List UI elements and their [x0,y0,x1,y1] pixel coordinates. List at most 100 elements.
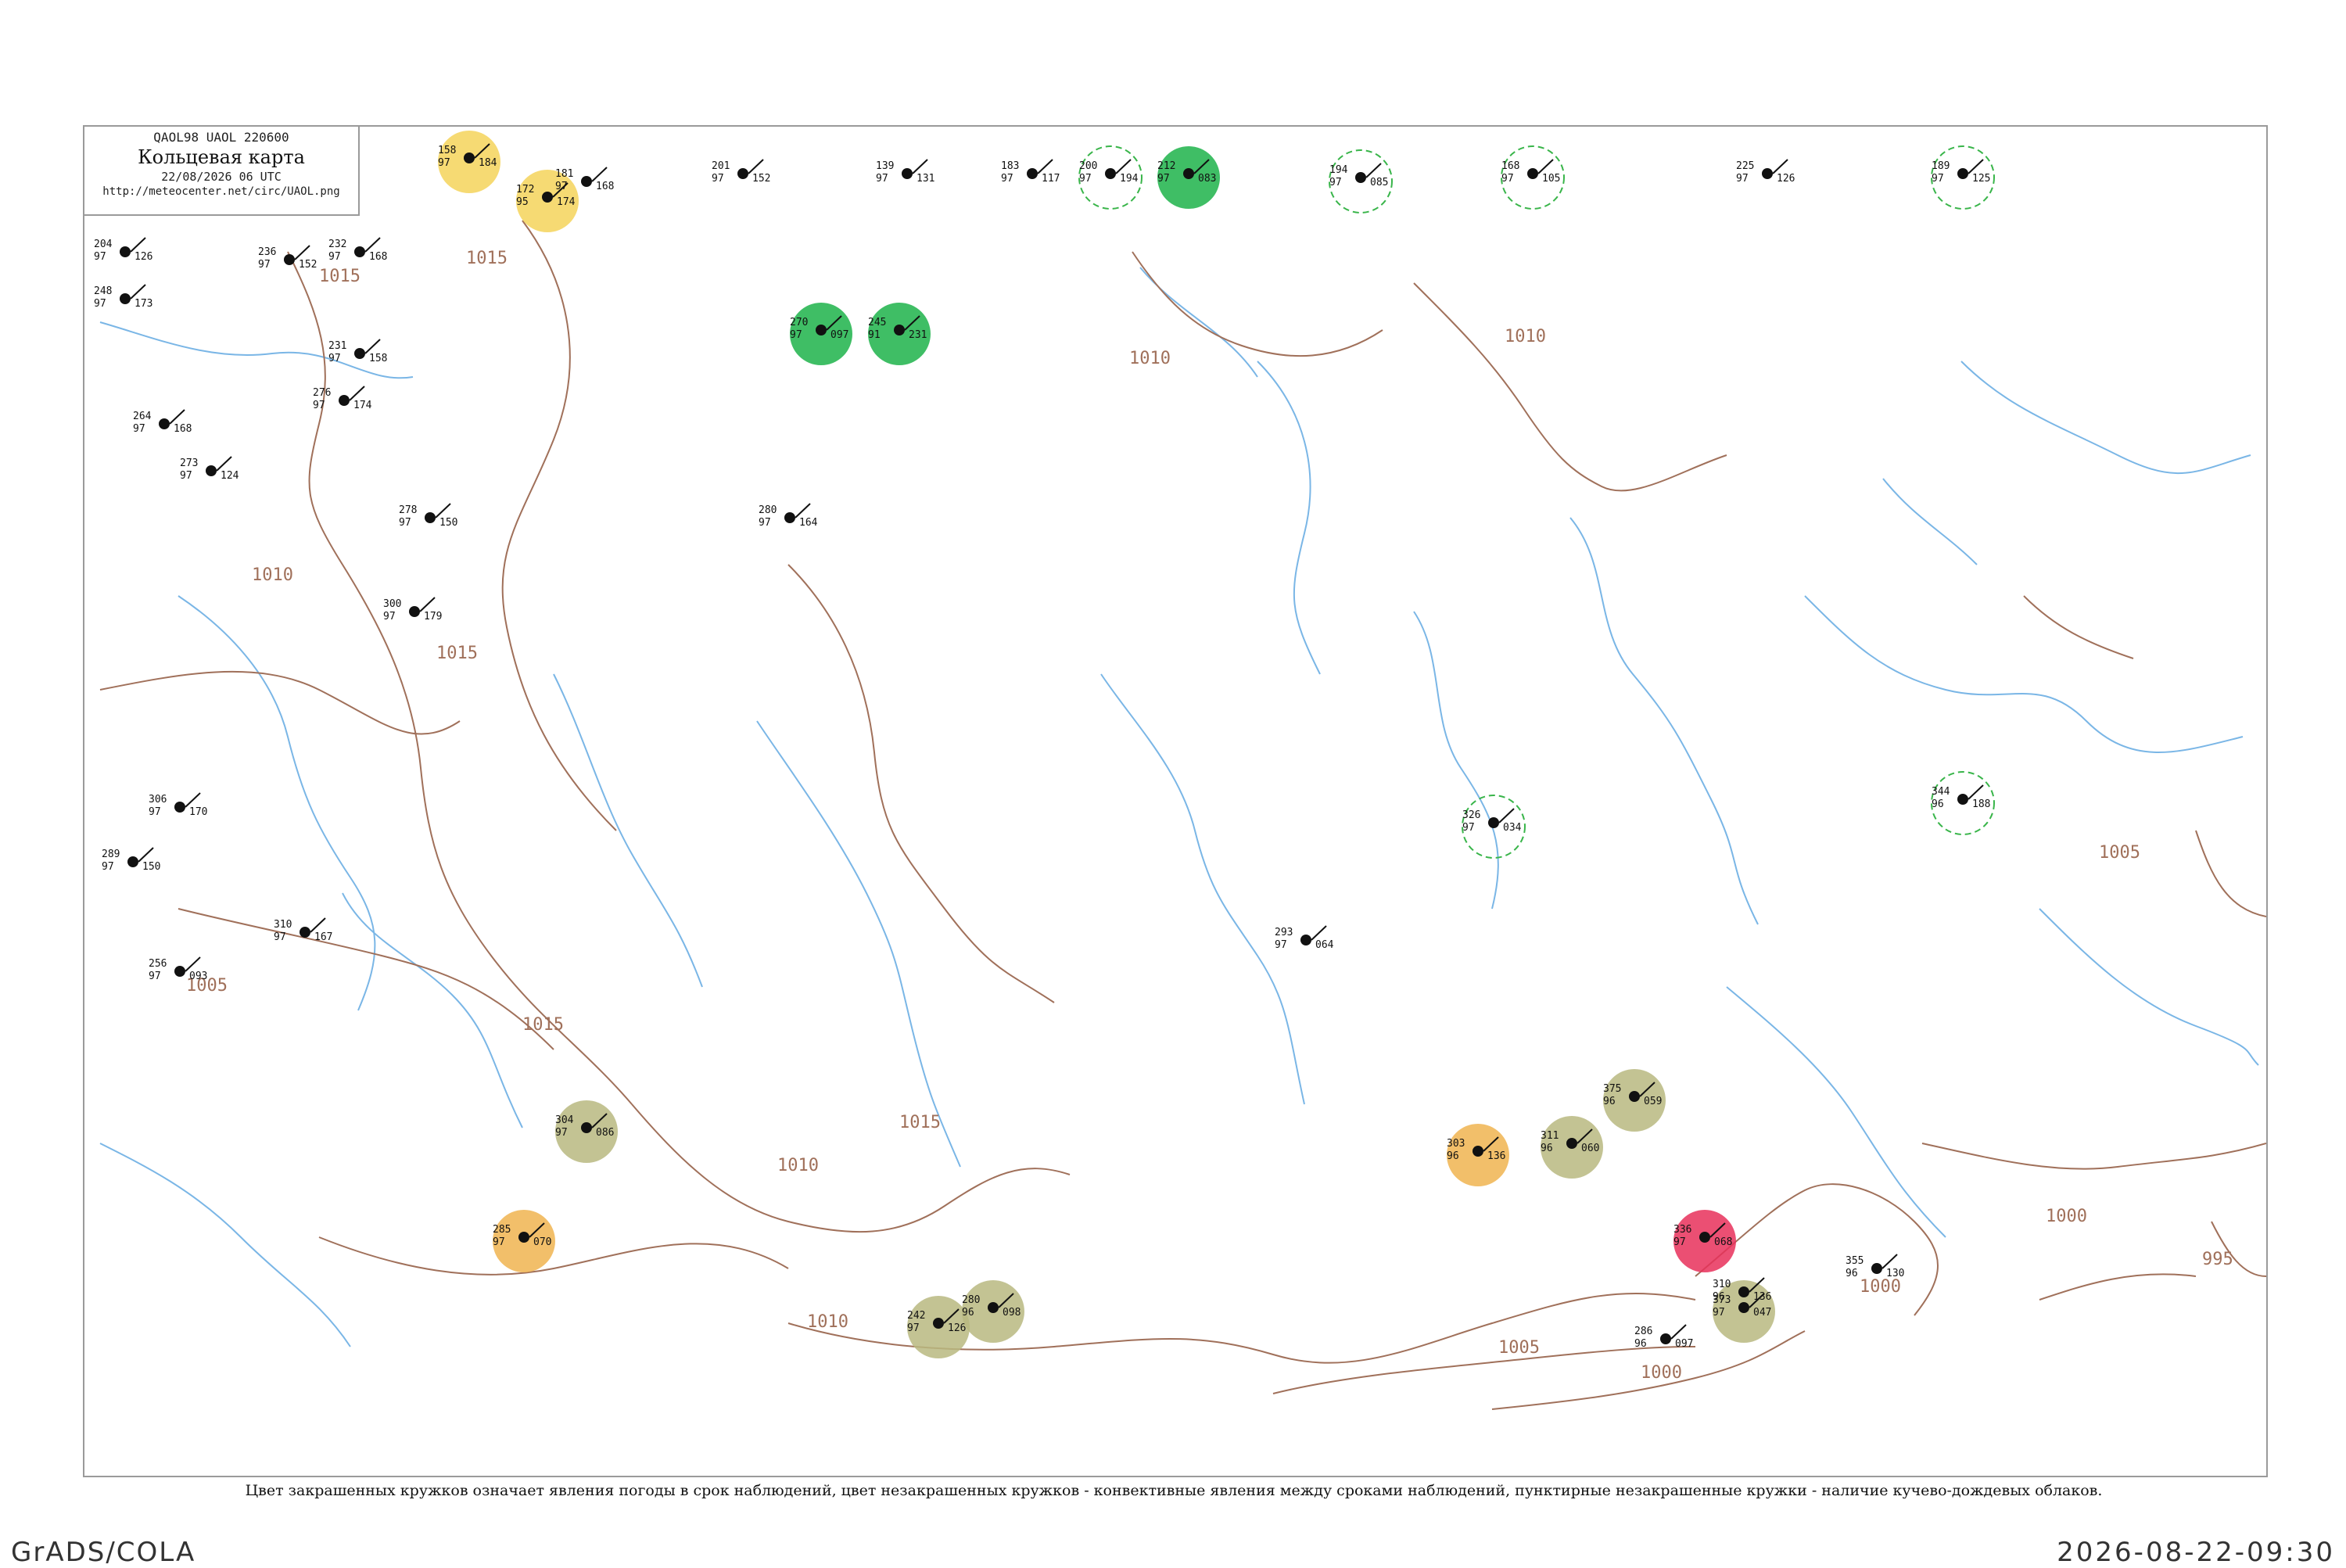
station-value: 304 [555,1114,574,1126]
station-plot: 29397 064 [1275,925,1334,951]
station-plot: 31196 060 [1541,1116,1603,1179]
station-value: 225 [1736,160,1754,172]
station-value: 96 [1932,798,1944,810]
wind-barb-icon [912,159,928,174]
wind-barb-icon [364,339,381,354]
station-plot: 21297 083 [1157,146,1220,209]
station-plot: 15897 184 [438,131,500,193]
station-value: 130 [1886,1268,1904,1279]
station-value: 97 [1673,1236,1686,1248]
station-value: 124 [221,470,239,482]
station-value: 97 [555,181,568,192]
cloud-cover-icon [174,966,185,977]
station-value: 97 [328,251,341,263]
isobar-label: 1000 [1641,1363,1682,1383]
isobar-label: 1010 [777,1156,819,1175]
station-plot: 28097 164 [759,503,818,529]
station-value: 248 [94,285,112,297]
wind-barb-icon [169,409,185,425]
bulletin-code: QAOL98 UAOL 220600 [153,130,289,145]
wind-barb-icon [130,237,146,253]
station-value: 131 [917,173,934,185]
station-value: 97 [555,1127,568,1139]
cloud-cover-icon [1027,168,1038,179]
station-value: 167 [314,931,332,943]
station-value: 170 [189,806,207,818]
isobar-label: 1010 [252,565,293,585]
isobar-label: 1005 [2099,843,2140,863]
cloud-cover-icon [464,152,475,163]
station-value: 97 [94,251,106,263]
station-value: 97 [759,517,771,529]
cloud-cover-icon [1762,168,1773,179]
cloud-cover-icon [1957,168,1968,179]
station-plot: 37596 059 [1603,1069,1666,1132]
station-value: 236 [258,246,276,258]
footer-credit: GrADS/COLA [11,1537,196,1568]
station-value: 136 [1753,1291,1771,1303]
station-value: 139 [876,160,894,172]
footer-timestamp: 2026-08-22-09:30 [2057,1537,2335,1568]
station-value: 306 [149,794,167,806]
station-value: 97 [133,423,145,435]
station-value: 97 [274,931,286,943]
station-value: 285 [493,1224,511,1236]
station-plot: 18997 125 [1931,145,1995,210]
station-value: 232 [328,239,346,250]
station-value: 168 [174,423,192,435]
isobar-label: 1000 [2046,1207,2087,1226]
wind-barb-icon [435,503,451,518]
station-value: 158 [369,353,387,364]
map-title: Кольцевая карта [138,146,305,168]
station-plot: 20197 152 [712,159,770,185]
wind-barb-icon [130,284,146,300]
wind-barb-icon [185,956,201,972]
station-plot: 22597 126 [1736,159,1795,185]
wind-barb-icon [419,597,436,612]
station-plot: 27397 124 [180,456,239,482]
station-value: 97 [102,861,114,873]
station-value: 96 [1846,1268,1858,1279]
station-value: 310 [1713,1279,1731,1290]
station-value: 97 [1157,173,1170,185]
station-value: 289 [102,849,120,860]
station-value: 158 [438,145,456,156]
station-value: 96 [1541,1143,1553,1154]
cloud-cover-icon [1738,1286,1749,1297]
cloud-cover-icon [284,254,295,265]
station-value: 152 [299,259,317,271]
wind-barb-icon [294,245,310,260]
station-value: 97 [790,329,802,341]
cloud-cover-icon [206,465,217,476]
station-value: 97 [313,400,325,411]
station-value: 310 [274,919,292,931]
station-value: 168 [1501,160,1519,172]
isobar-label: 1000 [1860,1277,1901,1297]
station-value: 125 [1972,173,1990,185]
station-value: 212 [1157,160,1175,172]
cloud-cover-icon [300,927,310,938]
station-plot: 33697 068 [1673,1210,1736,1272]
cloud-cover-icon [1738,1302,1749,1313]
station-value: 280 [962,1294,980,1306]
station-value: 280 [759,504,777,516]
station-value: 264 [133,411,152,422]
wind-barb-icon [1115,159,1132,174]
station-value: 183 [1001,160,1019,172]
station-value: 375 [1603,1083,1621,1095]
station-value: 97 [493,1236,505,1248]
station-value: 97 [1462,822,1475,834]
wind-barb-icon [349,386,365,401]
station-value: 059 [1644,1096,1662,1107]
station-value: 126 [1777,173,1795,185]
cloud-cover-icon [354,348,365,359]
station-value: 034 [1503,822,1522,834]
cloud-cover-icon [127,856,138,867]
station-value: 336 [1673,1224,1691,1236]
wind-barb-icon [138,847,154,863]
station-plot: 25697 093 [149,956,207,982]
station-value: 344 [1932,786,1950,798]
station-value: 97 [149,971,161,982]
station-value: 097 [1675,1338,1693,1350]
station-value: 150 [142,861,160,873]
